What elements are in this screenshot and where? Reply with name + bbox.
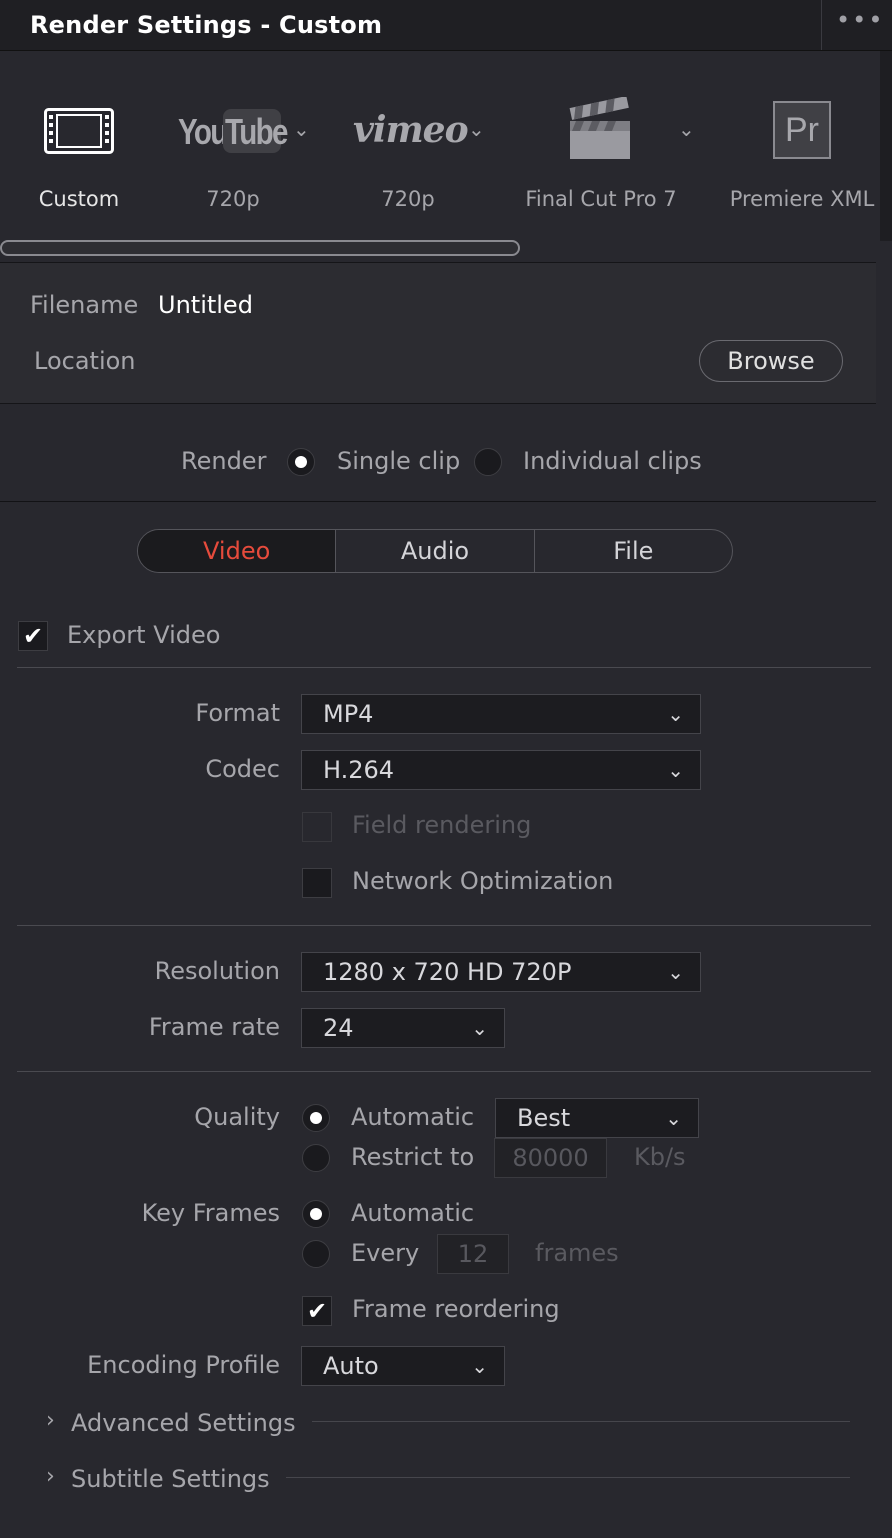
resolution-label: Resolution xyxy=(154,957,280,985)
single-clip-label: Single clip xyxy=(337,447,461,475)
group-divider xyxy=(17,925,871,926)
quality-automatic-label: Automatic xyxy=(351,1103,475,1131)
network-optimization-checkbox[interactable] xyxy=(302,868,332,898)
keyframes-automatic-label: Automatic xyxy=(351,1199,475,1227)
quality-restrict-radio[interactable] xyxy=(302,1144,330,1172)
format-label: Format xyxy=(195,699,280,727)
chevron-down-icon: ⌄ xyxy=(667,702,684,726)
preset-finalcut-label: Final Cut Pro 7 xyxy=(525,187,677,211)
preset-premiere-label: Premiere XML xyxy=(729,187,875,211)
individual-clips-label: Individual clips xyxy=(523,447,702,475)
title-divider xyxy=(821,0,822,50)
preset-vimeo-label: 720p xyxy=(381,187,435,211)
codec-value: H.264 xyxy=(323,756,395,784)
chevron-right-icon: › xyxy=(46,1464,55,1489)
resolution-value: 1280 x 720 HD 720P xyxy=(323,958,572,986)
network-optimization-label: Network Optimization xyxy=(352,867,614,895)
film-strip-icon xyxy=(44,108,114,154)
framerate-select[interactable]: 24 ⌄ xyxy=(301,1008,505,1048)
format-value: MP4 xyxy=(323,700,374,728)
keyframes-automatic-radio[interactable] xyxy=(302,1200,330,1228)
chevron-down-icon[interactable]: ⌄ xyxy=(678,117,695,141)
preset-youtube[interactable]: You Tube ⌄ 720p xyxy=(160,95,320,225)
premiere-icon: Pr xyxy=(773,101,831,159)
framerate-value: 24 xyxy=(323,1014,354,1042)
location-label: Location xyxy=(34,347,136,375)
group-divider xyxy=(17,1071,871,1072)
window-title: Render Settings - Custom xyxy=(30,11,383,39)
vimeo-logo: vimeo xyxy=(353,109,469,151)
encoding-profile-value: Auto xyxy=(323,1352,379,1380)
group-divider xyxy=(17,667,871,668)
chevron-down-icon: ⌄ xyxy=(471,1354,488,1378)
keyframes-every-input[interactable]: 12 xyxy=(437,1234,509,1274)
individual-clips-radio[interactable] xyxy=(474,448,502,476)
export-video-label: Export Video xyxy=(67,621,221,649)
chevron-down-icon[interactable]: ⌄ xyxy=(468,117,485,141)
preset-youtube-label: 720p xyxy=(206,187,260,211)
more-dots-icon[interactable]: ••• xyxy=(836,8,882,37)
bitrate-unit: Kb/s xyxy=(634,1143,686,1171)
keyframes-every-label: Every xyxy=(351,1239,420,1267)
field-rendering-checkbox[interactable] xyxy=(302,812,332,842)
preset-vimeo[interactable]: vimeo ⌄ 720p xyxy=(335,95,495,225)
filename-label: Filename xyxy=(30,291,139,319)
tab-file[interactable]: File xyxy=(535,530,732,572)
preset-premiere[interactable]: Pr Premiere XML xyxy=(720,95,880,225)
keyframes-label: Key Frames xyxy=(141,1199,280,1227)
youtube-logo: You Tube xyxy=(178,109,288,153)
keyframes-unit: frames xyxy=(535,1239,619,1267)
field-rendering-label: Field rendering xyxy=(352,811,532,839)
browse-button[interactable]: Browse xyxy=(699,340,843,382)
preset-scrollbar[interactable] xyxy=(0,240,520,256)
export-video-checkbox[interactable]: ✔ xyxy=(18,621,48,651)
resolution-select[interactable]: 1280 x 720 HD 720P ⌄ xyxy=(301,952,701,992)
quality-select[interactable]: Best ⌄ xyxy=(495,1098,699,1138)
render-label: Render xyxy=(181,447,267,475)
subtitle-settings-label: Subtitle Settings xyxy=(71,1465,270,1493)
render-divider xyxy=(0,501,876,502)
tab-audio[interactable]: Audio xyxy=(336,530,535,572)
format-select[interactable]: MP4 ⌄ xyxy=(301,694,701,734)
subtitle-settings-toggle[interactable]: › Subtitle Settings xyxy=(40,1460,860,1500)
advanced-settings-toggle[interactable]: › Advanced Settings xyxy=(40,1404,860,1444)
advanced-settings-line xyxy=(312,1421,850,1422)
advanced-settings-label: Advanced Settings xyxy=(71,1409,296,1437)
settings-tabs: Video Audio File xyxy=(137,529,733,573)
frame-reordering-label: Frame reordering xyxy=(352,1295,560,1323)
chevron-down-icon[interactable]: ⌄ xyxy=(293,117,310,141)
tab-video[interactable]: Video xyxy=(138,530,337,572)
quality-value: Best xyxy=(517,1104,571,1132)
quality-restrict-label: Restrict to xyxy=(351,1143,475,1171)
encoding-profile-label: Encoding Profile xyxy=(87,1351,280,1379)
quality-label: Quality xyxy=(194,1103,280,1131)
preset-custom[interactable]: Custom xyxy=(0,95,160,225)
chevron-right-icon: › xyxy=(46,1408,55,1433)
clapperboard-icon xyxy=(569,97,630,159)
keyframes-every-radio[interactable] xyxy=(302,1240,330,1268)
encoding-profile-select[interactable]: Auto ⌄ xyxy=(301,1346,505,1386)
frame-reordering-checkbox[interactable]: ✔ xyxy=(302,1296,332,1326)
quality-automatic-radio[interactable] xyxy=(302,1104,330,1132)
bitrate-input[interactable]: 80000 xyxy=(494,1138,607,1178)
chevron-down-icon: ⌄ xyxy=(667,758,684,782)
chevron-down-icon: ⌄ xyxy=(667,960,684,984)
preset-finalcut[interactable]: ⌄ Final Cut Pro 7 xyxy=(510,95,710,225)
framerate-label: Frame rate xyxy=(148,1013,280,1041)
preset-side-strip xyxy=(880,51,892,241)
codec-select[interactable]: H.264 ⌄ xyxy=(301,750,701,790)
single-clip-radio[interactable] xyxy=(287,448,315,476)
chevron-down-icon: ⌄ xyxy=(665,1106,682,1130)
subtitle-settings-line xyxy=(286,1477,850,1478)
codec-label: Codec xyxy=(205,755,280,783)
filename-field[interactable]: Untitled xyxy=(158,291,253,319)
chevron-down-icon: ⌄ xyxy=(471,1016,488,1040)
file-section xyxy=(0,262,876,404)
